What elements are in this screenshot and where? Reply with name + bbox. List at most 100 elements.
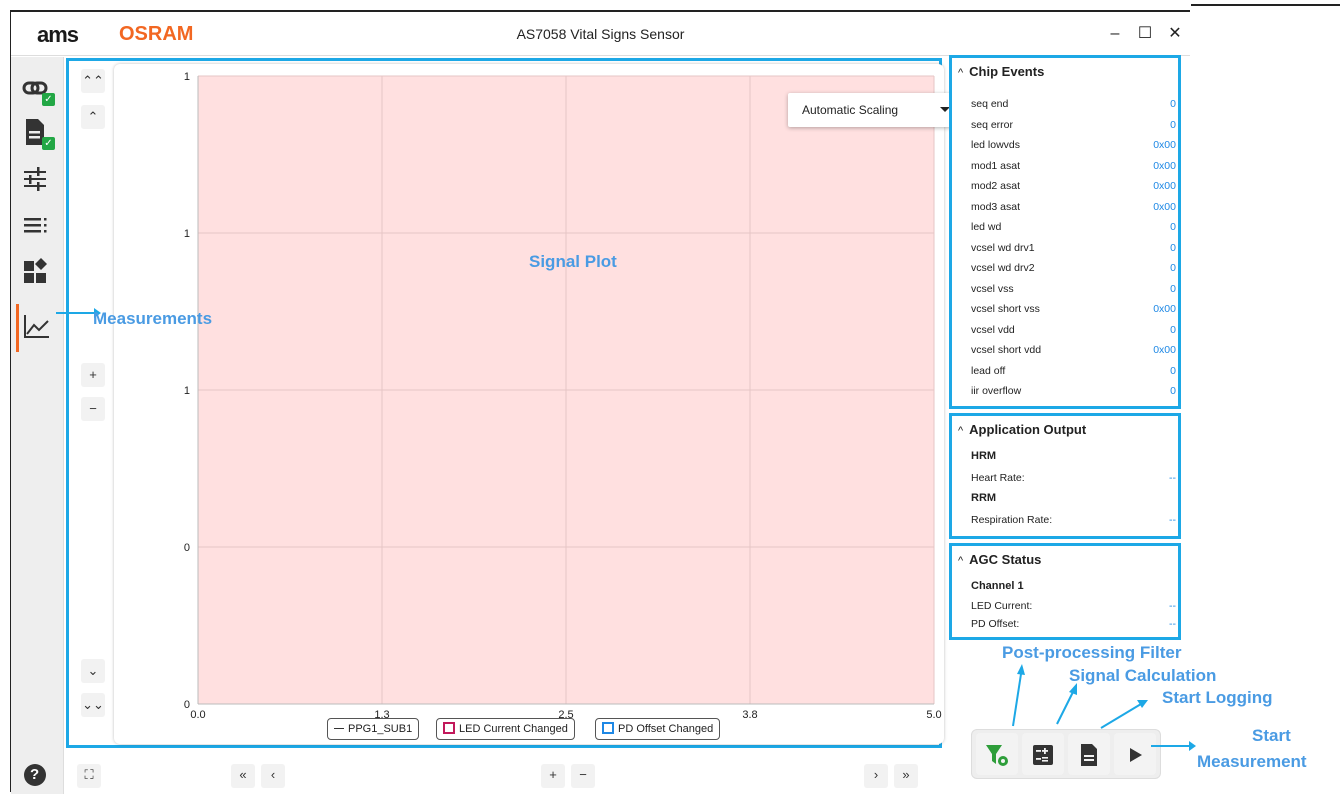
legend-led-current-changed[interactable]: LED Current Changed: [436, 718, 575, 740]
zoom-in-x-button[interactable]: +: [541, 764, 565, 788]
app-root: ams OSRAM AS7058 Vital Signs Sensor – ☐ …: [0, 0, 1340, 795]
x-tick-label: 3.8: [742, 709, 757, 721]
signal-chart[interactable]: 0.0 1.3 2.5 3.8 5.011100: [114, 64, 944, 744]
maximize-button[interactable]: ☐: [1133, 22, 1157, 46]
arrow-icon: [1151, 741, 1196, 751]
zoom-down-button[interactable]: ⌄: [81, 659, 105, 683]
annotation-measurement: Measurement: [1197, 752, 1307, 771]
chip-event-row: seq error 0: [971, 115, 1176, 135]
annotation-measurements: Measurements: [93, 309, 213, 328]
heart-rate-value: --: [1169, 472, 1176, 484]
chip-event-row: vcsel vdd 0: [971, 320, 1176, 340]
x-tick-label: 5.0: [926, 709, 941, 721]
outer-border: [1191, 4, 1340, 6]
sidebar-item-registers[interactable]: [19, 207, 55, 243]
prev-page-button[interactable]: ‹: [261, 764, 285, 788]
annotation-start: Start: [1252, 726, 1291, 745]
chip-event-label: mod1 asat: [971, 159, 1021, 172]
chip-event-value: 0: [1170, 323, 1176, 336]
chip-event-row: vcsel short vdd 0x00: [971, 340, 1176, 360]
zoom-in-y-button[interactable]: +: [81, 363, 105, 387]
chip-events-header[interactable]: ^ Chip Events: [958, 64, 1044, 79]
chip-event-label: seq error: [971, 118, 1014, 131]
pd-offset-row: PD Offset: --: [971, 614, 1176, 634]
sidebar-item-widgets[interactable]: [19, 253, 55, 289]
chip-event-row: vcsel vss 0: [971, 279, 1176, 299]
application-output-header[interactable]: ^ Application Output: [958, 422, 1086, 437]
legend-label: PPG1_SUB1: [348, 723, 413, 735]
legend-pd-offset-changed[interactable]: PD Offset Changed: [595, 718, 721, 740]
pd-offset-label: PD Offset:: [971, 618, 1020, 630]
chip-event-value: 0: [1170, 282, 1176, 295]
y-tick-label: 1: [184, 228, 190, 240]
app-window: ams OSRAM AS7058 Vital Signs Sensor – ☐ …: [10, 10, 1196, 794]
led-current-row: LED Current: --: [971, 596, 1176, 616]
legend-ppg1-sub1[interactable]: PPG1_SUB1: [327, 718, 420, 740]
first-page-button[interactable]: «: [231, 764, 255, 788]
fit-view-button[interactable]: ⛶: [77, 764, 101, 788]
chip-event-row: lead off 0: [971, 361, 1176, 381]
zoom-top-button[interactable]: ⌃⌃: [81, 69, 105, 93]
sidebar: ✓ ✓ ?: [11, 57, 64, 794]
led-current-value: --: [1169, 600, 1176, 612]
y-tick-label: 0: [184, 699, 190, 711]
sidebar-item-settings[interactable]: [19, 161, 55, 197]
chip-event-value: 0x00: [1153, 200, 1176, 213]
signal-plot-panel: ⌃⌃ ⌃ + − ⌄ ⌄⌄ 0.0 1.3 2.5 3.8 5.0 1 1 1 0 0 Autom…: [66, 58, 964, 748]
chip-event-row: mod3 asat 0x00: [971, 197, 1176, 217]
sidebar-item-measurements[interactable]: [19, 309, 55, 345]
chip-event-value: 0x00: [1153, 344, 1176, 356]
chip-event-label: vcsel wd drv1: [971, 241, 1035, 254]
legend-label: LED Current Changed: [459, 723, 568, 735]
chip-event-label: vcsel vss: [971, 282, 1014, 295]
pd-offset-value: --: [1169, 618, 1176, 630]
help-button[interactable]: ?: [19, 757, 55, 793]
chip-event-value: 0: [1170, 385, 1176, 397]
chip-event-value: 0: [1170, 241, 1176, 254]
zoom-out-x-button[interactable]: −: [571, 764, 595, 788]
zoom-bottom-button[interactable]: ⌄⌄: [81, 693, 105, 717]
close-button[interactable]: ✕: [1163, 22, 1187, 46]
chip-event-label: led lowvds: [971, 139, 1021, 151]
chip-event-row: vcsel wd drv1 0: [971, 238, 1176, 258]
hrm-heading: HRM: [971, 450, 997, 462]
agc-status-header[interactable]: ^ AGC Status: [958, 552, 1041, 567]
help-label: ?: [30, 766, 40, 783]
sidebar-item-connection[interactable]: ✓: [19, 71, 55, 107]
heart-rate-label: Heart Rate:: [971, 472, 1025, 484]
sliders-icon: [24, 167, 46, 191]
chevron-up-icon: ^: [958, 67, 964, 79]
play-icon: [1130, 748, 1142, 762]
next-page-button[interactable]: ›: [864, 764, 888, 788]
chip-event-value: 0: [1170, 364, 1176, 377]
annotation-post-processing-filter: Post-processing Filter: [1002, 643, 1182, 662]
chip-event-row: vcsel short vss 0x00: [971, 299, 1176, 319]
zoom-up-button[interactable]: ⌃: [81, 105, 105, 129]
minimize-button[interactable]: –: [1103, 22, 1127, 46]
chip-event-label: mod3 asat: [971, 200, 1021, 213]
chip-event-label: vcsel short vdd: [971, 344, 1042, 356]
filter-gear-icon: [986, 745, 1008, 766]
chip-event-row: led lowvds 0x00: [971, 135, 1176, 155]
check-icon: ✓: [42, 137, 55, 150]
chart-line-icon: [24, 315, 49, 338]
x-tick-label: 0.0: [190, 709, 205, 721]
chip-event-label: vcsel short vss: [971, 303, 1040, 315]
check-icon: ✓: [42, 93, 55, 106]
last-page-button[interactable]: »: [894, 764, 918, 788]
respiration-rate-label: Respiration Rate:: [971, 514, 1053, 526]
annotation-signal-plot: Signal Plot: [529, 252, 617, 271]
annotation-signal-calculation: Signal Calculation: [1069, 666, 1217, 685]
channel-heading: Channel 1: [971, 580, 1024, 592]
respiration-rate-value: --: [1169, 514, 1176, 526]
scaling-dropdown[interactable]: Automatic Scaling: [788, 93, 964, 127]
chip-event-label: lead off: [971, 364, 1006, 377]
chip-event-label: mod2 asat: [971, 180, 1021, 192]
widgets-icon: [24, 258, 47, 283]
agc-status-panel: ^ AGC Status Channel 1 LED Current: -- PD …: [949, 543, 1181, 640]
calculator-icon: [1033, 745, 1053, 765]
chip-event-label: vcsel vdd: [971, 323, 1015, 336]
chip-events-panel: ^ Chip Events seq end 0 seq error 0 led lowvd…: [949, 55, 1181, 409]
sidebar-item-configuration[interactable]: ✓: [19, 115, 55, 151]
zoom-out-y-button[interactable]: −: [81, 397, 105, 421]
